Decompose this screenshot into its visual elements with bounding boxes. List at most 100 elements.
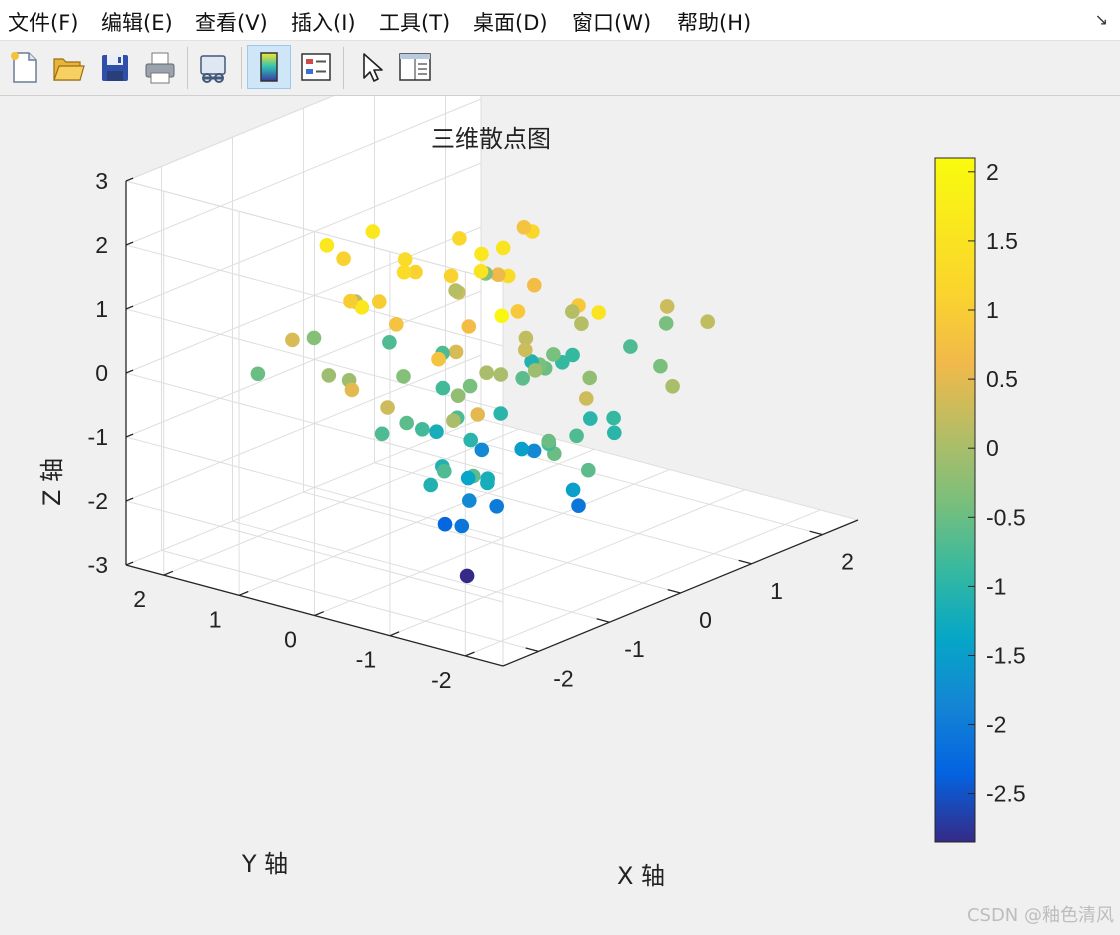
scatter-point (527, 277, 542, 293)
colorbar-tick-label: 0.5 (986, 366, 1018, 392)
pointer-icon[interactable] (352, 47, 392, 87)
menu-view[interactable]: 查看(V) (195, 7, 268, 37)
scatter-point (493, 367, 509, 382)
menu-desktop[interactable]: 桌面(D) (473, 7, 548, 37)
scatter-point (579, 391, 594, 406)
scatter-point (448, 344, 464, 360)
axes-panes (126, 96, 858, 666)
link-plot-icon[interactable] (193, 47, 233, 87)
scatter-point (396, 369, 411, 384)
scatter-point (565, 304, 580, 319)
scatter-point (382, 335, 397, 350)
scatter-point (452, 231, 467, 246)
menu-window[interactable]: 窗口(W) (572, 7, 651, 37)
colorbar[interactable] (934, 157, 976, 843)
new-file-icon[interactable] (4, 47, 44, 87)
chart-title: 三维散点图 (431, 125, 551, 153)
scatter-point (658, 316, 674, 331)
expand-toolbar-icon[interactable]: ↘ (1095, 10, 1108, 29)
scatter-point (569, 428, 584, 444)
z-tick-label: 3 (95, 168, 108, 194)
x-tick-label: 1 (770, 578, 783, 604)
scatter-point (365, 224, 381, 239)
scatter-point (437, 463, 452, 479)
scatter-point (527, 363, 543, 378)
scatter-point (396, 264, 412, 280)
scatter-point (344, 382, 360, 398)
scatter-point (479, 365, 494, 381)
y-axis-label: Y 轴 (241, 850, 288, 878)
colorbar-tick-label: -2 (986, 712, 1006, 738)
scatter-point (653, 358, 668, 374)
colorbar-tick-label: -1.5 (986, 643, 1026, 669)
x-tick-label: 2 (841, 549, 854, 575)
colorbar-tick-label: 2 (986, 159, 999, 185)
print-icon[interactable] (140, 47, 180, 87)
scatter-point (460, 470, 476, 486)
colorbar-tick-label: 1 (986, 297, 999, 323)
save-icon[interactable] (95, 47, 135, 87)
scatter-point (606, 410, 621, 426)
colorbar-tick-label: 0 (986, 435, 999, 461)
scatter-point (541, 433, 556, 449)
menu-edit[interactable]: 编辑(E) (101, 7, 173, 37)
scatter-point (518, 342, 533, 358)
property-inspector-icon[interactable] (395, 47, 435, 87)
open-folder-icon[interactable] (48, 47, 88, 87)
scatter-point (474, 246, 489, 262)
menu-tools[interactable]: 工具(T) (379, 7, 450, 37)
scatter-point (399, 415, 415, 431)
scatter-point (493, 406, 509, 421)
y-tick-label: -1 (356, 647, 376, 673)
z-tick-label: 0 (95, 360, 108, 386)
scatter-point (446, 413, 461, 429)
scatter-point (461, 319, 477, 334)
y-tick-label: 1 (209, 606, 222, 632)
scatter-point (665, 379, 680, 394)
scatter-point (397, 252, 413, 267)
scatter-point (581, 462, 596, 478)
scatter-point (459, 568, 475, 584)
scatter-point (389, 317, 404, 332)
x-tick-label: 0 (699, 607, 712, 633)
scatter-point (494, 308, 510, 324)
menu-file[interactable]: 文件(F) (8, 7, 78, 37)
toolbar-separator (343, 47, 344, 89)
scatter-point (321, 368, 337, 383)
scatter-point (437, 516, 453, 532)
scatter-point (571, 498, 586, 513)
colorbar-tick-label: 1.5 (986, 228, 1018, 254)
toolbar-separator (187, 47, 188, 89)
y-tick-label: 2 (133, 586, 146, 612)
scatter-point (431, 351, 446, 367)
scatter-point (429, 424, 444, 440)
scatter-point (450, 388, 466, 404)
scatter-point (250, 366, 266, 382)
scatter-point (443, 268, 459, 284)
scatter-point (423, 477, 439, 493)
scatter-point (495, 240, 511, 256)
y-tick-label: 0 (284, 627, 297, 653)
z-tick-label: -1 (88, 424, 108, 450)
insert-legend-icon[interactable] (296, 47, 336, 87)
scatter-point (462, 378, 478, 394)
scatter-point (490, 267, 506, 282)
watermark: CSDN @釉色清风 (966, 905, 1114, 926)
insert-colorbar-icon[interactable] (247, 45, 291, 89)
z-tick-label: 2 (95, 232, 108, 258)
scatter-point (415, 422, 430, 437)
scatter-point (480, 475, 495, 491)
y-tick-label: -2 (431, 667, 451, 693)
scatter-point (306, 330, 322, 346)
scatter-point (515, 371, 530, 386)
scatter-point (489, 499, 505, 514)
x-tick-label: -2 (553, 665, 573, 691)
scatter-point (526, 443, 542, 459)
menu-bar: 文件(F) 编辑(E) 查看(V) 插入(I) 工具(T) 桌面(D) 窗口(W… (0, 0, 1120, 41)
menu-insert[interactable]: 插入(I) (291, 7, 356, 37)
toolbar-separator (241, 47, 242, 89)
scatter-point (516, 220, 532, 235)
menu-help[interactable]: 帮助(H) (677, 7, 751, 37)
scatter-point (435, 380, 451, 396)
scatter-point (372, 294, 387, 309)
